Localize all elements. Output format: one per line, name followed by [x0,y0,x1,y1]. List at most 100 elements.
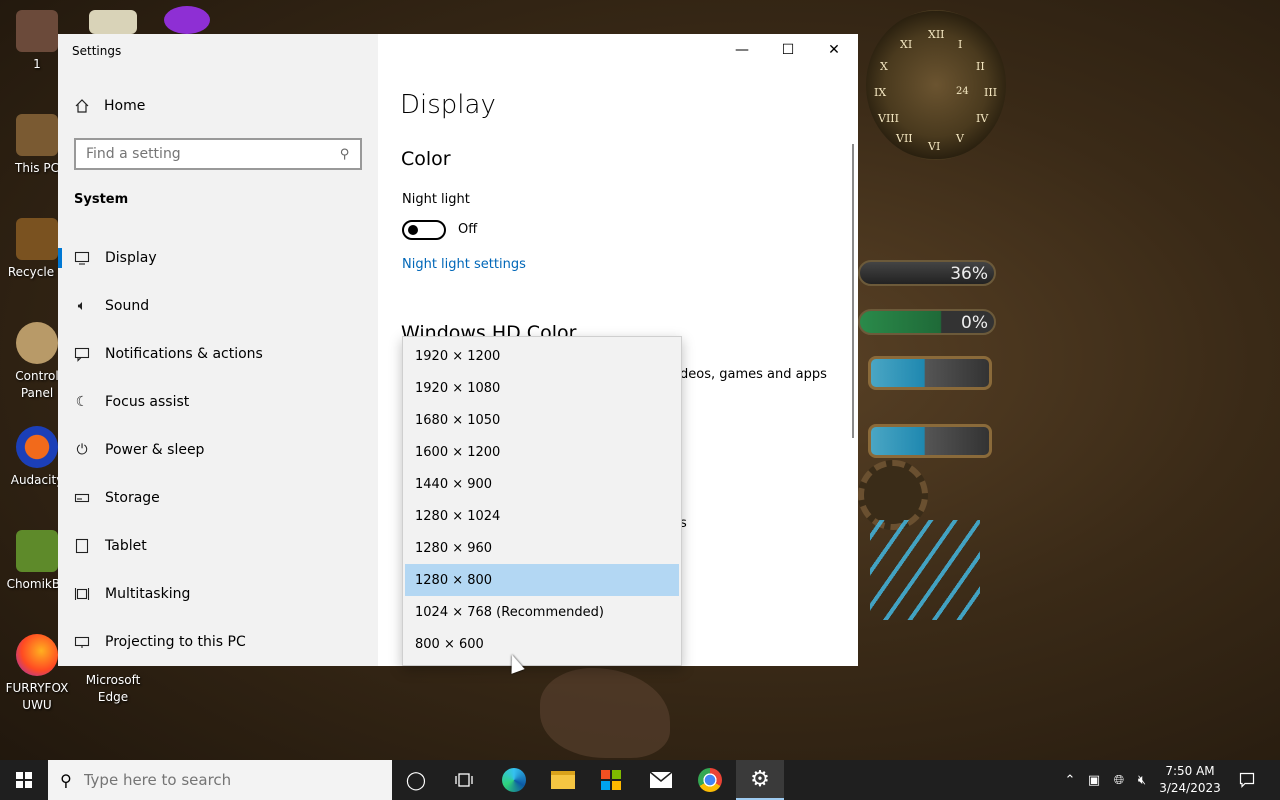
moon-icon: ☾ [75,394,89,410]
cortana-button[interactable]: ◯ [392,760,440,800]
clock-numeral: VI [928,140,941,153]
night-light-settings-link[interactable]: Night light settings [402,257,526,272]
tablet-icon [75,538,89,554]
edge-icon [502,768,526,792]
desktop-icon-label: FURRYFOX UWU [5,681,69,712]
home-label: Home [104,98,146,114]
resolution-dropdown-list[interactable]: 1920 × 1200 1920 × 1080 1680 × 1050 1600… [402,336,682,666]
camera-icon: ▣ [1087,772,1101,788]
app-icon [89,10,137,34]
start-button[interactable] [0,760,48,800]
search-icon: ⚲ [60,770,72,790]
show-hidden-icons-button[interactable]: ⌃ [1060,760,1080,800]
battery-tube [868,356,992,390]
sidebar-item-label: Sound [105,298,150,314]
battery-tube [868,424,992,458]
settings-sidebar: Settings Home ⚲ System Display 🔈︎ Sound [58,34,378,666]
home-link[interactable]: Home [74,98,145,114]
clock-sub-dial: 24 [956,86,969,97]
resolution-option[interactable]: 1280 × 960 [405,532,679,564]
resolution-option[interactable]: 1024 × 768 (Recommended) [405,596,679,628]
sidebar-item-label: Display [105,250,157,266]
store-button[interactable] [588,760,636,800]
clock-numeral: I [958,38,963,51]
sidebar-item-label: Tablet [105,538,147,554]
resolution-option[interactable]: 1600 × 1200 [405,436,679,468]
desktop-icon-label: This PC [15,161,59,175]
recycle-bin-icon [16,218,58,260]
sidebar-item-notifications[interactable]: Notifications & actions [58,330,378,378]
find-setting-search[interactable]: ⚲ [74,138,362,170]
night-light-toggle[interactable] [402,220,446,240]
sidebar-item-projecting[interactable]: Projecting to this PC [58,618,378,666]
firefox-icon [16,634,58,676]
meet-now-button[interactable]: ▣ [1084,760,1104,800]
globe-icon: 🌐︎ [1113,772,1125,788]
hand-decoration [540,668,670,758]
computer-icon [16,114,58,156]
sidebar-item-label: Multitasking [105,586,191,602]
file-explorer-button[interactable] [539,760,587,800]
desktop-icon-label: 1 [33,57,41,71]
search-icon[interactable]: ⚲ [340,147,350,162]
projector-icon [74,636,90,648]
resolution-option[interactable]: 1680 × 1050 [405,404,679,436]
taskbar-clock[interactable]: 7:50 AM 3/24/2023 [1148,763,1232,797]
resolution-option-selected[interactable]: 1280 × 800 [405,564,679,596]
resolution-option[interactable]: 800 × 600 [405,628,679,660]
clock-numeral: II [976,60,985,73]
window-title: Settings [72,44,122,58]
minimize-button[interactable]: — [719,34,765,66]
taskbar-time: 7:50 AM [1165,764,1215,778]
desktop-icon-label: Audacity [10,473,64,487]
mail-button[interactable] [637,760,685,800]
clock-numeral: III [984,86,998,99]
toggle-knob [408,225,418,235]
desktop-icon-edge[interactable]: Microsoft Edge [76,672,150,706]
sidebar-item-multitasking[interactable]: Multitasking [58,570,378,618]
resolution-option[interactable]: 1920 × 1200 [405,340,679,372]
taskbar: ⚲ ◯ ⚙ ⌃ ▣ 🌐︎ 🔇︎ 7:50 AM 3/24/2023 [0,760,1280,800]
storage-icon [74,493,90,503]
sidebar-item-sound[interactable]: 🔈︎ Sound [58,282,378,330]
chomikbox-icon [16,530,58,572]
clock-numeral: VII [896,132,913,145]
chrome-icon [698,768,722,792]
sidebar-item-display[interactable]: Display [58,234,378,282]
home-icon [75,99,89,113]
folder-icon [551,771,575,789]
resolution-option[interactable]: 1920 × 1080 [405,372,679,404]
resolution-option[interactable]: 1440 × 900 [405,468,679,500]
chrome-button[interactable] [686,760,734,800]
speaker-icon: 🔈︎ [77,298,87,314]
edge-taskbar-button[interactable] [490,760,538,800]
network-button[interactable]: 🌐︎ [1108,760,1130,800]
task-view-button[interactable] [440,760,488,800]
close-button[interactable]: ✕ [811,34,857,66]
night-light-state: Off [458,222,478,237]
sidebar-item-storage[interactable]: Storage [58,474,378,522]
taskbar-search[interactable]: ⚲ [48,760,392,800]
settings-taskbar-button[interactable]: ⚙ [736,760,784,800]
action-center-button[interactable] [1234,760,1260,800]
settings-nav: Display 🔈︎ Sound Notifications & actions… [58,234,378,666]
color-heading: Color [401,148,451,170]
sidebar-item-label: Notifications & actions [105,346,263,362]
desktop-icon-label: Control Panel [15,369,59,400]
sidebar-item-power-sleep[interactable]: ⏻ Power & sleep [58,426,378,474]
steampunk-clock-gadget: XII XI I II III IV V VI VII VIII IX X 24 [866,10,1006,160]
multitasking-icon [74,588,90,600]
resolution-option[interactable]: 1280 × 1024 [405,500,679,532]
section-system: System [74,192,129,207]
content-scrollbar[interactable] [852,144,854,438]
maximize-button[interactable]: ☐ [765,34,811,66]
monitor-icon [74,251,90,265]
sidebar-item-tablet[interactable]: Tablet [58,522,378,570]
find-setting-input[interactable] [86,146,341,162]
audacity-icon [16,426,58,468]
sidebar-item-focus-assist[interactable]: ☾ Focus assist [58,378,378,426]
cpu-gauge: 36% [858,260,996,286]
sidebar-item-label: Storage [105,490,160,506]
lightbulb-icon [16,322,58,364]
taskbar-search-input[interactable] [83,771,374,789]
